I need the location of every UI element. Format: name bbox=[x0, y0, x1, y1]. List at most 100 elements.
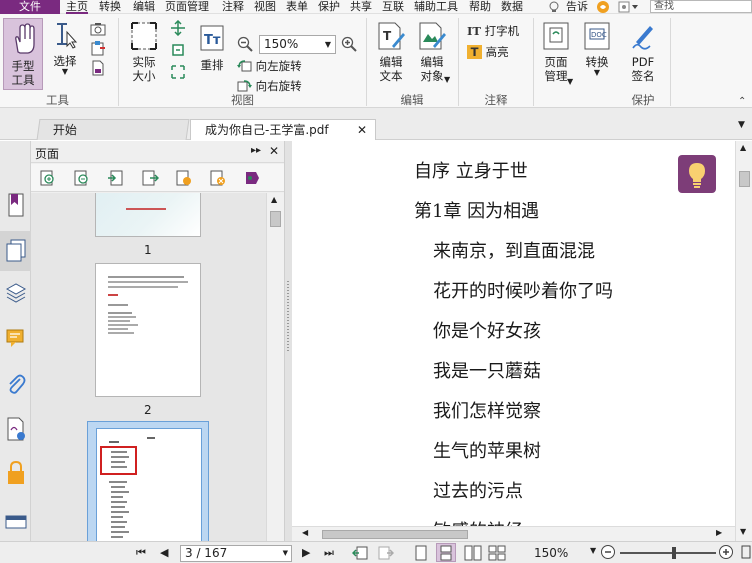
zoom-out-icon[interactable] bbox=[237, 36, 253, 55]
fit-page-icon[interactable] bbox=[170, 19, 186, 39]
panel-close-icon[interactable]: ✕ bbox=[269, 144, 279, 158]
menu-data[interactable]: 数据 bbox=[501, 0, 523, 14]
page-thumbnail-1[interactable] bbox=[95, 193, 201, 237]
scroll-up-icon[interactable]: ▲ bbox=[740, 143, 746, 152]
rotate-left-button[interactable]: 向左旋转 bbox=[237, 59, 302, 73]
convert-button[interactable]: DOC 转换 ▼ bbox=[580, 20, 614, 77]
typewriter-button[interactable]: IT 打字机 bbox=[467, 24, 519, 38]
menu-convert[interactable]: 转换 bbox=[99, 0, 121, 14]
menu-view[interactable]: 视图 bbox=[254, 0, 276, 14]
replace-page-icon[interactable] bbox=[175, 169, 193, 190]
zoom-slider[interactable] bbox=[620, 552, 716, 554]
layers-icon[interactable] bbox=[5, 281, 27, 306]
lightbulb-icon[interactable] bbox=[548, 1, 560, 13]
comments-icon[interactable] bbox=[5, 327, 27, 352]
next-page-icon[interactable]: ▶ bbox=[302, 546, 310, 559]
tip-button[interactable] bbox=[678, 155, 716, 193]
tab-document-label: 成为你自己-王学富.pdf bbox=[205, 123, 329, 137]
bookmark-icon[interactable] bbox=[6, 193, 26, 220]
scroll-down-icon[interactable]: ▼ bbox=[740, 527, 746, 536]
edit-object-button[interactable]: 编辑 对象 bbox=[414, 20, 450, 83]
menu-help[interactable]: 帮助 bbox=[469, 0, 491, 14]
page-thumbnail-3-selected[interactable] bbox=[87, 421, 209, 541]
zoom-in-icon[interactable] bbox=[341, 36, 357, 55]
page-manage-button[interactable]: 页面 管理 bbox=[538, 20, 574, 83]
menu-protect[interactable]: 保护 bbox=[318, 0, 340, 14]
status-zoom-value[interactable]: 150% bbox=[534, 546, 568, 560]
facing-pages-icon[interactable] bbox=[464, 545, 482, 563]
single-page-icon[interactable] bbox=[414, 545, 428, 563]
lock-icon[interactable] bbox=[6, 460, 26, 488]
page-icon[interactable] bbox=[90, 60, 106, 79]
panel-expand-icon[interactable]: ▸▸ bbox=[251, 145, 261, 156]
document-vertical-scrollbar[interactable]: ▲ ▼ bbox=[735, 141, 752, 541]
menu-form[interactable]: 表单 bbox=[286, 0, 308, 14]
form-fields-icon[interactable] bbox=[5, 515, 27, 532]
zoom-in-icon[interactable] bbox=[718, 544, 734, 563]
insert-page-icon[interactable] bbox=[107, 169, 125, 190]
zoom-out-icon[interactable] bbox=[600, 544, 616, 563]
search-options-icon[interactable] bbox=[618, 1, 640, 13]
reflow-button[interactable]: Tт 重排 bbox=[196, 24, 228, 72]
fit-width-icon[interactable] bbox=[170, 42, 186, 61]
document-horizontal-scrollbar[interactable]: ◀ ▶ bbox=[292, 526, 735, 541]
continuous-page-icon[interactable] bbox=[436, 543, 456, 562]
previous-page-icon[interactable]: ◀ bbox=[160, 546, 168, 559]
scroll-up-icon[interactable]: ▲ bbox=[271, 195, 277, 204]
actual-size-button[interactable]: 实际 大小 bbox=[126, 20, 162, 83]
zoom-select[interactable]: 150% ▼ bbox=[259, 35, 336, 54]
document-view[interactable]: 自序 立身于世 第1章 因为相遇 来南京，到直面混混 花开的时候吵着你了吗 你是… bbox=[292, 141, 735, 526]
extract-page-icon[interactable] bbox=[141, 169, 160, 190]
previous-view-icon[interactable] bbox=[351, 545, 368, 563]
menu-accessibility[interactable]: 辅助工具 bbox=[414, 0, 458, 14]
menu-home[interactable]: 主页 bbox=[66, 0, 88, 14]
clipboard-icon[interactable] bbox=[90, 40, 106, 59]
next-view-icon[interactable] bbox=[378, 545, 395, 563]
signature-panel-icon[interactable] bbox=[5, 417, 27, 444]
rotate-right-button[interactable]: 向右旋转 bbox=[237, 79, 302, 93]
scrollbar-thumb[interactable] bbox=[739, 171, 750, 187]
foxit-logo-icon[interactable] bbox=[596, 0, 610, 14]
zoom-slider-handle[interactable] bbox=[672, 547, 676, 559]
pages-nav-item[interactable] bbox=[0, 231, 31, 271]
continuous-facing-icon[interactable] bbox=[488, 545, 506, 563]
tell-me[interactable]: 告诉 bbox=[566, 0, 588, 14]
first-page-icon[interactable]: ⏮ bbox=[136, 546, 146, 560]
menu-edit[interactable]: 编辑 bbox=[133, 0, 155, 14]
select-button[interactable]: 选择 ▼ bbox=[48, 20, 82, 76]
last-page-icon[interactable]: ⏭ bbox=[324, 546, 334, 560]
menu-comment[interactable]: 注释 bbox=[222, 0, 244, 14]
page-thumbnail-2[interactable] bbox=[95, 263, 201, 397]
search-input[interactable]: 查找 bbox=[650, 0, 752, 13]
svg-text:DOC: DOC bbox=[591, 31, 607, 39]
scrollbar-thumb[interactable] bbox=[322, 530, 468, 539]
menu-page-manage[interactable]: 页面管理 bbox=[165, 0, 209, 14]
panel-splitter[interactable] bbox=[284, 141, 292, 541]
edit-text-button[interactable]: T 编辑 文本 bbox=[374, 20, 408, 83]
zoom-chevron-down-icon[interactable]: ▼ bbox=[590, 546, 596, 555]
fit-visible-icon[interactable] bbox=[170, 64, 186, 83]
thumbnail-scrollbar[interactable]: ▲ bbox=[266, 193, 284, 541]
tab-list-chevron-down-icon[interactable]: ▼ bbox=[738, 120, 745, 130]
tab-start[interactable]: 开始 bbox=[36, 119, 190, 140]
fullscreen-icon[interactable] bbox=[741, 545, 751, 562]
attachment-icon[interactable] bbox=[6, 373, 26, 398]
highlight-button[interactable]: T 高亮 bbox=[467, 45, 509, 59]
hand-tool-button[interactable]: 手型 工具 bbox=[3, 18, 43, 90]
page-number-input[interactable]: 3 / 167 ▼ bbox=[180, 545, 292, 562]
tab-document[interactable]: 成为你自己-王学富.pdf ✕ bbox=[190, 119, 376, 140]
menu-connect[interactable]: 互联 bbox=[382, 0, 404, 14]
pdf-sign-button[interactable]: PDF 签名 bbox=[624, 20, 662, 83]
scrollbar-thumb[interactable] bbox=[270, 211, 281, 227]
scroll-right-icon[interactable]: ▶ bbox=[716, 528, 722, 537]
file-menu-button[interactable]: 文件 bbox=[0, 0, 60, 14]
menu-share[interactable]: 共享 bbox=[350, 0, 372, 14]
collapse-ribbon-icon[interactable]: ⌃ bbox=[738, 96, 746, 107]
delete-page-icon[interactable] bbox=[209, 169, 227, 190]
scroll-left-icon[interactable]: ◀ bbox=[302, 528, 308, 537]
zoom-in-thumbnail-icon[interactable] bbox=[39, 169, 57, 190]
page-properties-icon[interactable] bbox=[243, 169, 261, 190]
snapshot-icon[interactable] bbox=[90, 22, 106, 39]
zoom-out-thumbnail-icon[interactable] bbox=[73, 169, 91, 190]
close-icon[interactable]: ✕ bbox=[357, 120, 367, 140]
